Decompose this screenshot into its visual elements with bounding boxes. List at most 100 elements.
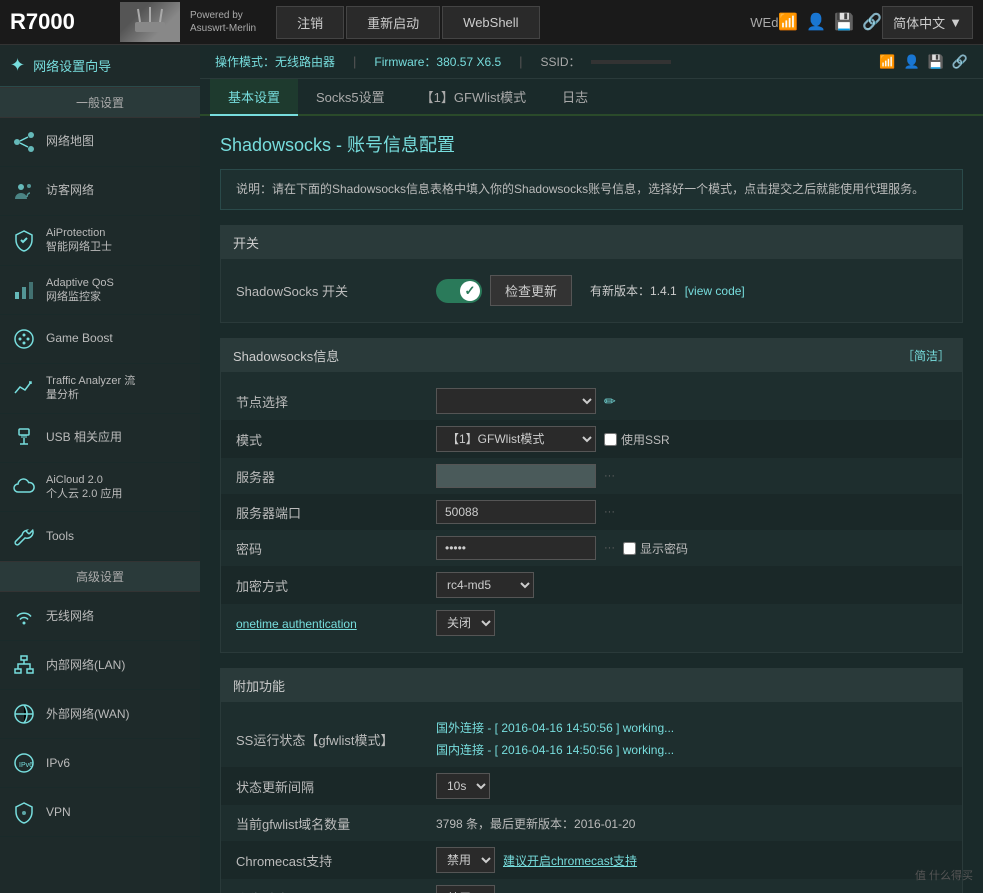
chromecast-row: Chromecast支持 禁用 启用 建议开启chromecast支持 [221, 841, 962, 879]
shadowsocks-switch-row: ShadowSocks 开关 ✓ 检查更新 有新版本：1.4.1 [view c… [221, 269, 962, 312]
onetime-select[interactable]: 关闭 开启 [436, 610, 495, 636]
node-control: ✏ [436, 388, 947, 414]
logout-button[interactable]: 注销 [276, 6, 344, 39]
tab-gfwlist[interactable]: 【1】GFWlist模式 [403, 79, 544, 116]
header: R7000 Powered by Asuswrt-Merlin 注销 重新启动 … [0, 0, 983, 45]
lan-label: 内部网络(LAN) [46, 658, 125, 674]
sidebar-item-tools[interactable]: Tools [0, 512, 200, 561]
main-layout: ✦ 网络设置向导 一般设置 网络地图 访客网络 AiProtection智能网络… [0, 45, 983, 893]
firmware-label: Firmware：380.57 X6.5 [374, 53, 501, 70]
update-interval-select[interactable]: 10s 30s 60s [436, 773, 490, 799]
user-icon: 👤 [806, 12, 826, 32]
encrypt-label: 加密方式 [236, 576, 436, 595]
ss-status-row: SS运行状态【gfwlist模式】 国外连接 - [ 2016-04-16 14… [221, 712, 962, 767]
adfilter-row: 广告过滤 禁用 启用 [221, 879, 962, 893]
shadowsocks-switch-control: ✓ 检查更新 有新版本：1.4.1 [view code] [436, 275, 947, 306]
sidebar-item-network-map[interactable]: 网络地图 [0, 118, 200, 167]
extra-section-title: 附加功能 [233, 676, 285, 695]
node-edit-icon[interactable]: ✏ [604, 393, 616, 410]
node-select[interactable] [436, 388, 596, 414]
toggle-knob: ✓ [460, 281, 480, 301]
view-code-link[interactable]: [view code] [685, 284, 745, 298]
reboot-button[interactable]: 重新启动 [346, 6, 440, 39]
share-icon: 🔗 [862, 12, 882, 32]
ss-status-label: SS运行状态【gfwlist模式】 [236, 730, 436, 749]
mode-select[interactable]: 【1】GFWlist模式 [436, 426, 596, 452]
password-input[interactable] [436, 536, 596, 560]
watermark: 值 什么得买 [915, 867, 973, 883]
chromecast-control: 禁用 启用 建议开启chromecast支持 [436, 847, 947, 873]
server-input[interactable] [436, 464, 596, 488]
tab-log[interactable]: 日志 [544, 79, 606, 116]
general-section-title: 一般设置 [0, 87, 200, 118]
adfilter-control: 禁用 启用 [436, 885, 947, 893]
chromecast-select[interactable]: 禁用 启用 [436, 847, 495, 873]
server-label: 服务器 [236, 467, 436, 486]
chromecast-suggest-link[interactable]: 建议开启chromecast支持 [503, 852, 637, 869]
port-control: ··· [436, 500, 947, 524]
wan-label: 外部网络(WAN) [46, 707, 130, 723]
wifi-status-icon: 📶 [778, 12, 798, 32]
ss-status-control: 国外连接 - [ 2016-04-16 14:50:56 ] working..… [436, 718, 947, 761]
show-password-label[interactable]: 显示密码 [623, 540, 688, 557]
mode-label: 操作模式：无线路由器 [215, 53, 335, 70]
sidebar-item-wan[interactable]: 外部网络(WAN) [0, 690, 200, 739]
gfwlist-count-label: 当前gfwlist域名数量 [236, 814, 436, 833]
sidebar-item-aiprotection[interactable]: AiProtection智能网络卫士 [0, 216, 200, 266]
sidebar-item-ipv6[interactable]: IPv6 IPv6 [0, 739, 200, 788]
ssr-checkbox-label[interactable]: 使用SSR [604, 431, 670, 448]
traffic-analyzer-icon [10, 374, 38, 402]
sidebar-item-usb-apps[interactable]: USB 相关应用 [0, 414, 200, 463]
onetime-link[interactable]: onetime authentication [236, 617, 357, 631]
traffic-analyzer-label: Traffic Analyzer 流量分析 [46, 374, 135, 403]
adfilter-select[interactable]: 禁用 启用 [436, 885, 495, 893]
sidebar-item-vpn[interactable]: VPN [0, 788, 200, 837]
switch-section-title: 开关 [233, 233, 259, 252]
sidebar-item-aicloud[interactable]: AiCloud 2.0个人云 2.0 应用 [0, 463, 200, 513]
ss-status-line1: 国外连接 - [ 2016-04-16 14:50:56 ] working..… [436, 718, 674, 740]
ss-status-line2: 国内连接 - [ 2016-04-16 14:50:56 ] working..… [436, 740, 674, 762]
tab-basic[interactable]: 基本设置 [210, 79, 298, 116]
password-row: 密码 ··· 显示密码 [221, 530, 962, 566]
extra-section-header: 附加功能 [221, 669, 962, 702]
switch-section-header: 开关 [221, 226, 962, 259]
header-icons: 📶 👤 💾 🔗 [778, 12, 882, 32]
ssid-value [591, 60, 671, 64]
tab-socks5[interactable]: Socks5设置 [298, 79, 403, 116]
usb-apps-icon [10, 424, 38, 452]
shadowsocks-toggle[interactable]: ✓ [436, 279, 482, 303]
logo: R7000 [10, 9, 110, 35]
encrypt-select[interactable]: rc4-md5 aes-256-cfb chacha20 [436, 572, 534, 598]
wan-icon [10, 700, 38, 728]
chevron-down-icon: ▼ [949, 15, 962, 30]
update-interval-row: 状态更新间隔 10s 30s 60s [221, 767, 962, 805]
vpn-label: VPN [46, 805, 71, 821]
lang-button[interactable]: 简体中文 ▼ [882, 6, 973, 39]
sidebar-item-game-boost[interactable]: Game Boost [0, 315, 200, 364]
sidebar-item-wireless[interactable]: 无线网络 [0, 592, 200, 641]
aiprotection-icon [10, 226, 38, 254]
page-title: Shadowsocks - 账号信息配置 [220, 131, 963, 157]
password-label: 密码 [236, 539, 436, 558]
compact-link[interactable]: ［简洁］ [902, 347, 950, 364]
check-update-button[interactable]: 检查更新 [490, 275, 572, 306]
sidebar-item-lan[interactable]: 内部网络(LAN) [0, 641, 200, 690]
sidebar-item-traffic-analyzer[interactable]: Traffic Analyzer 流量分析 [0, 364, 200, 414]
powered-by: Powered by Asuswrt-Merlin [190, 9, 256, 35]
webshell-button[interactable]: WebShell [442, 6, 539, 39]
wireless-icon [10, 602, 38, 630]
sidebar-item-guest-network[interactable]: 访客网络 [0, 167, 200, 216]
show-password-checkbox[interactable] [623, 542, 636, 555]
adaptive-qos-label: Adaptive QoS网络监控家 [46, 276, 114, 305]
onetime-label: onetime authentication [236, 616, 436, 631]
mode-control: 【1】GFWlist模式 使用SSR [436, 426, 947, 452]
adaptive-qos-icon [10, 276, 38, 304]
usb-apps-label: USB 相关应用 [46, 430, 122, 446]
user-topbar-icon: 👤 [903, 54, 919, 70]
port-label: 服务器端口 [236, 503, 436, 522]
onetime-row: onetime authentication 关闭 开启 [221, 604, 962, 642]
sidebar-item-network-setup[interactable]: ✦ 网络设置向导 [0, 45, 200, 87]
sidebar-item-adaptive-qos[interactable]: Adaptive QoS网络监控家 [0, 266, 200, 316]
port-input[interactable] [436, 500, 596, 524]
ssr-checkbox[interactable] [604, 433, 617, 446]
